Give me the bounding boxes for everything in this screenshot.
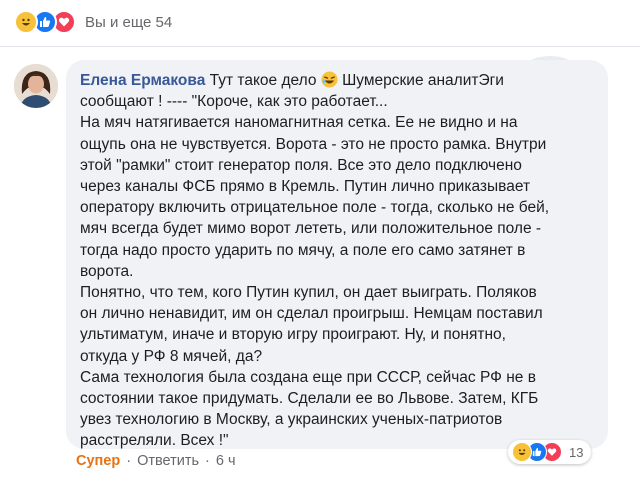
avatar[interactable]: [14, 64, 58, 108]
haha-icon: [512, 442, 532, 462]
separator-dot: ·: [126, 453, 132, 469]
separator-dot: ·: [205, 453, 210, 469]
comment-actions: Супер · Ответить · 6 ч: [76, 453, 236, 469]
divider: [0, 46, 640, 47]
comment-author[interactable]: Елена Ермакова: [80, 72, 205, 89]
reactions-summary-text[interactable]: Вы и еще 54: [85, 14, 172, 31]
comment-text: Елена Ермакова Тут такое дело Шумерские …: [80, 70, 594, 452]
comment-reaction-count: 13: [569, 444, 584, 460]
haha-icon: [14, 10, 38, 34]
comment-reactions[interactable]: 13: [508, 440, 592, 464]
comment-timestamp[interactable]: 6 ч: [216, 453, 236, 469]
reaction-button[interactable]: Супер: [76, 453, 120, 469]
comment-text-body: Шумерские аналитЭги сообщают ! ---- "Кор…: [80, 72, 550, 450]
comment-bubble: Елена Ермакова Тут такое дело Шумерские …: [66, 60, 608, 449]
laughing-emoji-icon: [321, 71, 338, 88]
reply-button[interactable]: Ответить: [137, 453, 199, 469]
reactions-summary[interactable]: Вы и еще 54: [14, 10, 172, 34]
comment-text-lead: Тут такое дело: [209, 72, 317, 89]
